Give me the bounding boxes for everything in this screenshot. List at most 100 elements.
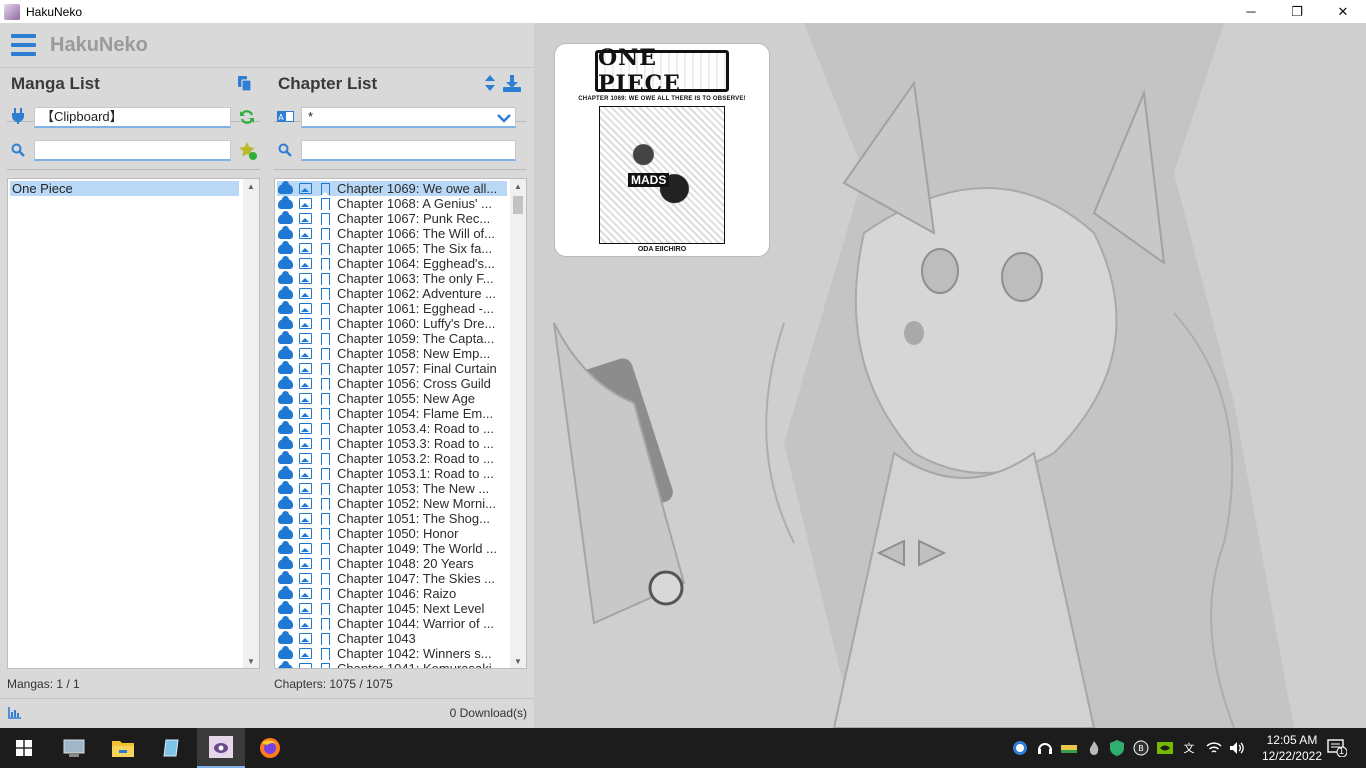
chapter-row[interactable]: Chapter 1047: The Skies ...: [277, 570, 507, 586]
chapter-search-input[interactable]: [301, 140, 516, 161]
menu-icon[interactable]: [11, 34, 36, 56]
cloud-icon[interactable]: [277, 270, 293, 285]
chapter-row[interactable]: Chapter 1046: Raizo: [277, 585, 507, 601]
image-icon[interactable]: [297, 182, 313, 195]
bookmark-icon[interactable]: [317, 587, 333, 601]
chapter-row[interactable]: Chapter 1048: 20 Years: [277, 555, 507, 571]
cloud-icon[interactable]: [277, 195, 293, 210]
chapter-row[interactable]: Chapter 1042: Winners s...: [277, 645, 507, 661]
image-icon[interactable]: [297, 512, 313, 525]
image-icon[interactable]: [297, 662, 313, 668]
bookmark-icon[interactable]: [317, 497, 333, 511]
bookmark-icon[interactable]: [317, 197, 333, 211]
chapter-row[interactable]: Chapter 1064: Egghead's...: [277, 255, 507, 271]
cloud-icon[interactable]: [277, 330, 293, 345]
cloud-icon[interactable]: [277, 600, 293, 615]
chapter-row[interactable]: Chapter 1051: The Shog...: [277, 510, 507, 526]
download-icon[interactable]: [502, 74, 522, 92]
cloud-icon[interactable]: [277, 480, 293, 495]
image-icon[interactable]: [297, 287, 313, 300]
cloud-icon[interactable]: [277, 255, 293, 270]
bookmark-icon[interactable]: [317, 242, 333, 256]
cloud-icon[interactable]: [277, 465, 293, 480]
bookmark-icon[interactable]: [317, 332, 333, 346]
chapter-scrollbar[interactable]: ▲ ▼: [510, 179, 526, 668]
cloud-icon[interactable]: [277, 495, 293, 510]
taskbar-app-notepad[interactable]: [148, 728, 196, 768]
cover-card[interactable]: ONE PIECE CHAPTER 1069: WE OWE ALL THERE…: [554, 43, 770, 257]
cloud-icon[interactable]: [277, 225, 293, 240]
image-icon[interactable]: [297, 377, 313, 390]
cloud-icon[interactable]: [277, 390, 293, 405]
headset-tray-icon[interactable]: [1037, 740, 1053, 756]
image-icon[interactable]: [297, 227, 313, 240]
scroll-down-arrow-icon[interactable]: ▼: [510, 654, 526, 668]
chapter-row[interactable]: Chapter 1058: New Emp...: [277, 345, 507, 361]
chapter-row[interactable]: Chapter 1061: Egghead -...: [277, 300, 507, 316]
image-icon[interactable]: [297, 362, 313, 375]
nvidia-tray-icon[interactable]: [1157, 740, 1173, 756]
scroll-down-arrow-icon[interactable]: ▼: [243, 654, 259, 668]
image-icon[interactable]: [297, 257, 313, 270]
image-icon[interactable]: [297, 602, 313, 615]
chapter-row[interactable]: Chapter 1069: We owe all...: [277, 180, 507, 196]
image-icon[interactable]: [297, 527, 313, 540]
chapter-row[interactable]: Chapter 1045: Next Level: [277, 600, 507, 616]
image-icon[interactable]: [297, 437, 313, 450]
image-icon[interactable]: [297, 392, 313, 405]
chapter-listbox[interactable]: ▲ ▼ Chapter 1069: We owe all... Chapter 1…: [274, 178, 527, 669]
cloud-icon[interactable]: [277, 660, 293, 668]
image-icon[interactable]: [297, 647, 313, 660]
image-icon[interactable]: [297, 212, 313, 225]
cloud-icon[interactable]: [277, 180, 293, 195]
manga-listbox[interactable]: One Piece ▲ ▼: [7, 178, 260, 669]
start-button[interactable]: [0, 728, 48, 768]
cloud-icon[interactable]: [277, 240, 293, 255]
bookmark-icon[interactable]: [317, 422, 333, 436]
sort-icon[interactable]: [482, 74, 498, 92]
cloud-icon[interactable]: [277, 525, 293, 540]
taskbar-app-explorer[interactable]: [99, 728, 147, 768]
bookmark-icon[interactable]: [317, 182, 333, 196]
close-button[interactable]: ✕: [1320, 0, 1366, 23]
bookmark-icon[interactable]: [317, 212, 333, 226]
bookmark-icon[interactable]: [317, 482, 333, 496]
cloud-icon[interactable]: [277, 210, 293, 225]
image-icon[interactable]: [297, 452, 313, 465]
image-icon[interactable]: [297, 317, 313, 330]
bookmark-icon[interactable]: [317, 617, 333, 631]
chapter-row[interactable]: Chapter 1053.4: Road to ...: [277, 420, 507, 436]
bookmark-icon[interactable]: [317, 257, 333, 271]
language-select[interactable]: *: [301, 107, 516, 128]
taskbar-app-firefox[interactable]: [246, 728, 294, 768]
minimize-button[interactable]: ─: [1228, 0, 1274, 23]
bookmark-icon[interactable]: [317, 527, 333, 541]
app-tray-icon[interactable]: B: [1133, 740, 1149, 756]
chapter-row[interactable]: Chapter 1053.2: Road to ...: [277, 450, 507, 466]
scroll-up-arrow-icon[interactable]: ▲: [243, 179, 259, 193]
chat-tray-icon[interactable]: [1012, 740, 1028, 756]
chart-icon[interactable]: [7, 706, 21, 720]
image-icon[interactable]: [297, 332, 313, 345]
taskbar-clock[interactable]: 12:05 AM 12/22/2022: [1262, 732, 1322, 764]
bookmark-icon[interactable]: [317, 647, 333, 661]
bookmark-icon[interactable]: [317, 272, 333, 286]
image-icon[interactable]: [297, 497, 313, 510]
bookmark-icon[interactable]: [317, 557, 333, 571]
security-tray-icon[interactable]: [1109, 740, 1125, 756]
language-tray-icon[interactable]: 文: [1181, 740, 1197, 756]
chapter-row[interactable]: Chapter 1065: The Six fa...: [277, 240, 507, 256]
chapter-row[interactable]: Chapter 1050: Honor: [277, 525, 507, 541]
cloud-icon[interactable]: [277, 510, 293, 525]
chapter-row[interactable]: Chapter 1054: Flame Em...: [277, 405, 507, 421]
cloud-icon[interactable]: [277, 435, 293, 450]
cloud-icon[interactable]: [277, 375, 293, 390]
scroll-up-arrow-icon[interactable]: ▲: [510, 179, 526, 193]
chapter-row[interactable]: Chapter 1055: New Age: [277, 390, 507, 406]
bookmark-icon[interactable]: [317, 287, 333, 301]
image-icon[interactable]: [297, 422, 313, 435]
cloud-icon[interactable]: [277, 300, 293, 315]
bookmark-icon[interactable]: [317, 347, 333, 361]
chapter-row[interactable]: Chapter 1056: Cross Guild: [277, 375, 507, 391]
bookmark-star-icon[interactable]: [238, 141, 258, 161]
